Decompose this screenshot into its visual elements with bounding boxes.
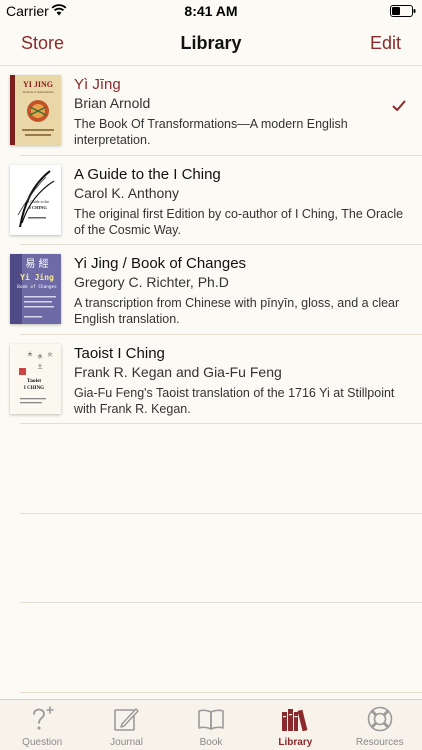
- book-title: Yi Jing / Book of Changes: [74, 255, 247, 272]
- empty-row: [20, 424, 422, 514]
- tab-journal[interactable]: Journal: [84, 700, 168, 750]
- checkmark-icon: [392, 100, 406, 111]
- book-description: Gia-Fu Feng's Taoist translation of the …: [74, 385, 395, 416]
- tab-book[interactable]: Book: [169, 700, 253, 750]
- book-row-yi-jing[interactable]: YI JING The Book of Transformations Yì J…: [10, 66, 422, 156]
- book-title: Yì Jīng: [74, 76, 121, 93]
- cover-title: YI JING: [23, 80, 53, 89]
- tab-question[interactable]: Question: [0, 700, 84, 750]
- svg-text:木: 木: [27, 351, 32, 358]
- book-author: Gregory C. Richter, Ph.D: [74, 274, 229, 290]
- book-title: Taoist I Ching: [74, 344, 165, 362]
- status-bar: Carrier 8:41 AM: [0, 0, 422, 22]
- book-title: A Guide to the I Ching: [74, 165, 221, 183]
- empty-row: [20, 603, 422, 693]
- book-row-guide-i-ching[interactable]: A Guide to the I CHING A Guide to the I …: [10, 156, 422, 245]
- book-cover-yi-jing: YI JING The Book of Transformations: [10, 75, 61, 145]
- tab-label: Question: [22, 737, 63, 748]
- svg-text:水: 水: [37, 353, 42, 360]
- book-row-taoist-i-ching[interactable]: 木 水 火 土 Taoist I CHING Taoist I Ching Fr…: [10, 335, 422, 424]
- cover-subtitle: I CHING: [24, 386, 44, 391]
- book-description: A transcription from Chinese with pīnyīn…: [74, 296, 400, 326]
- tab-bar: Question Journal Book Library Resources: [0, 699, 422, 750]
- journal-icon: [114, 708, 140, 731]
- cover-subtitle: Book of Changes: [17, 284, 57, 290]
- book-description: The Book Of Transformations—A modern Eng…: [74, 117, 348, 147]
- cover-hanzi: 易 經: [25, 257, 48, 270]
- cover-title: A Guide to the: [27, 200, 50, 204]
- tab-label: Book: [199, 737, 223, 748]
- svg-text:土: 土: [37, 363, 42, 370]
- navigation-bar: Store Library Edit: [0, 22, 422, 66]
- cover-title: Yi Jing: [20, 272, 54, 282]
- book-cover-taoist-i-ching: 木 水 火 土 Taoist I CHING: [10, 343, 61, 414]
- book-author: Brian Arnold: [74, 95, 151, 111]
- clock-label: 8:41 AM: [184, 3, 238, 19]
- empty-row: [20, 514, 422, 603]
- library-icon: [282, 709, 308, 732]
- book-icon: [197, 709, 224, 730]
- tab-resources[interactable]: Resources: [338, 700, 422, 750]
- lifebuoy-icon: [367, 706, 392, 732]
- page-title: Library: [180, 33, 242, 53]
- book-description: The original first Edition by co-author …: [74, 206, 404, 237]
- battery-icon: [390, 5, 416, 17]
- svg-text:火: 火: [47, 352, 52, 358]
- tab-label: Resources: [355, 737, 404, 748]
- book-author: Frank R. Kegan and Gia-Fu Feng: [74, 363, 282, 380]
- cover-title: Taoist: [27, 378, 41, 384]
- question-icon: [33, 706, 54, 730]
- book-cover-book-of-changes: 易 經 Yi Jing Book of Changes: [10, 254, 61, 324]
- book-author: Carol K. Anthony: [74, 184, 180, 201]
- book-row-book-of-changes[interactable]: 易 經 Yi Jing Book of Changes Yi Jing / Bo…: [10, 245, 422, 335]
- edit-button[interactable]: Edit: [370, 33, 401, 54]
- tab-label: Journal: [110, 737, 143, 748]
- library-list: YI JING The Book of Transformations Yì J…: [0, 66, 422, 693]
- book-cover-guide-i-ching: A Guide to the I CHING: [10, 164, 61, 235]
- cover-subtitle: I CHING: [29, 205, 47, 210]
- tab-library[interactable]: Library: [253, 700, 337, 750]
- cover-subtitle: The Book of Transformations: [23, 91, 54, 94]
- tab-label: Library: [278, 737, 313, 748]
